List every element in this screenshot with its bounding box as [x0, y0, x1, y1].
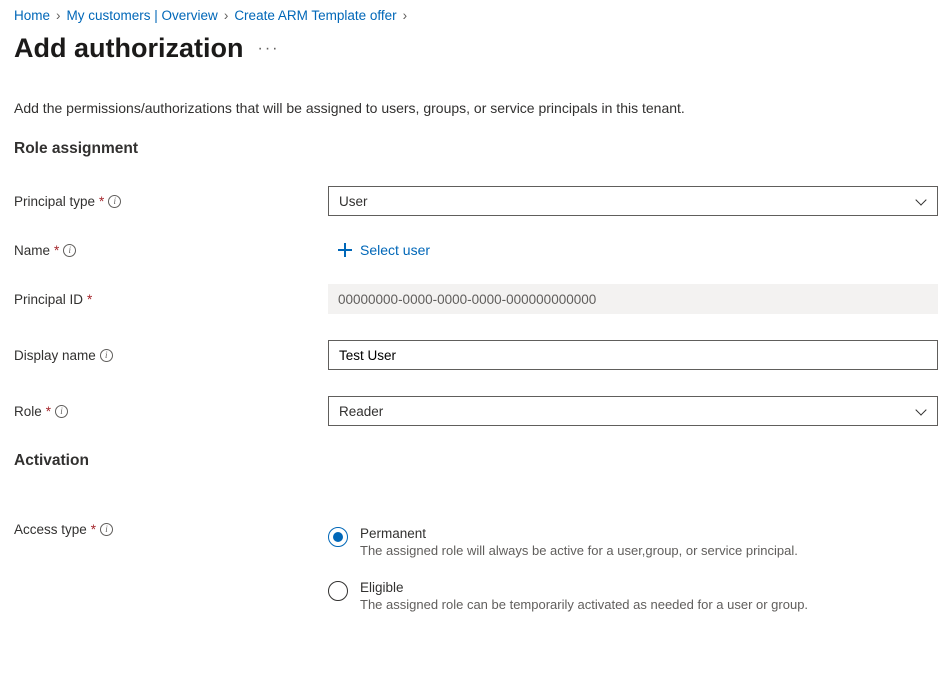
chevron-right-icon: ›	[56, 8, 61, 23]
section-role-assignment: Role assignment	[14, 140, 938, 158]
chevron-right-icon: ›	[403, 8, 408, 23]
breadcrumb-home[interactable]: Home	[14, 8, 50, 23]
name-label: Name * i	[14, 243, 328, 258]
role-select[interactable]: Reader	[328, 396, 938, 426]
plus-icon	[338, 243, 352, 257]
access-type-option-permanent[interactable]: Permanent The assigned role will always …	[328, 526, 938, 558]
radio-desc: The assigned role can be temporarily act…	[360, 597, 808, 612]
principal-type-select[interactable]: User	[328, 186, 938, 216]
radio-desc: The assigned role will always be active …	[360, 543, 798, 558]
page-intro: Add the permissions/authorizations that …	[14, 100, 938, 116]
required-star: *	[87, 292, 92, 307]
more-actions-button[interactable]: ···	[257, 40, 279, 58]
display-name-input[interactable]	[328, 340, 938, 370]
required-star: *	[46, 404, 51, 419]
access-type-option-eligible[interactable]: Eligible The assigned role can be tempor…	[328, 580, 938, 612]
radio-label: Permanent	[360, 526, 798, 541]
chevron-down-icon	[915, 195, 927, 207]
principal-id-field: 00000000-0000-0000-0000-000000000000	[328, 284, 938, 314]
breadcrumb-create-offer[interactable]: Create ARM Template offer	[234, 8, 396, 23]
radio-icon	[328, 581, 348, 601]
role-value: Reader	[339, 404, 383, 419]
chevron-right-icon: ›	[224, 8, 229, 23]
principal-id-placeholder: 00000000-0000-0000-0000-000000000000	[338, 292, 596, 307]
section-activation: Activation	[14, 452, 938, 470]
radio-label: Eligible	[360, 580, 808, 595]
info-icon[interactable]: i	[108, 195, 121, 208]
principal-type-label: Principal type * i	[14, 194, 328, 209]
principal-type-value: User	[339, 194, 368, 209]
role-label: Role * i	[14, 404, 328, 419]
select-user-button[interactable]: Select user	[328, 242, 938, 258]
chevron-down-icon	[915, 405, 927, 417]
breadcrumb: Home › My customers | Overview › Create …	[14, 8, 938, 23]
page-title: Add authorization	[14, 33, 243, 64]
info-icon[interactable]: i	[100, 523, 113, 536]
access-type-radio-group: Permanent The assigned role will always …	[328, 522, 938, 612]
radio-icon	[328, 527, 348, 547]
breadcrumb-customers[interactable]: My customers | Overview	[67, 8, 218, 23]
required-star: *	[54, 243, 59, 258]
info-icon[interactable]: i	[63, 244, 76, 257]
info-icon[interactable]: i	[100, 349, 113, 362]
principal-id-label: Principal ID *	[14, 292, 328, 307]
required-star: *	[99, 194, 104, 209]
select-user-label: Select user	[360, 242, 430, 258]
required-star: *	[91, 522, 96, 537]
display-name-label: Display name i	[14, 348, 328, 363]
info-icon[interactable]: i	[55, 405, 68, 418]
access-type-label: Access type * i	[14, 522, 328, 537]
